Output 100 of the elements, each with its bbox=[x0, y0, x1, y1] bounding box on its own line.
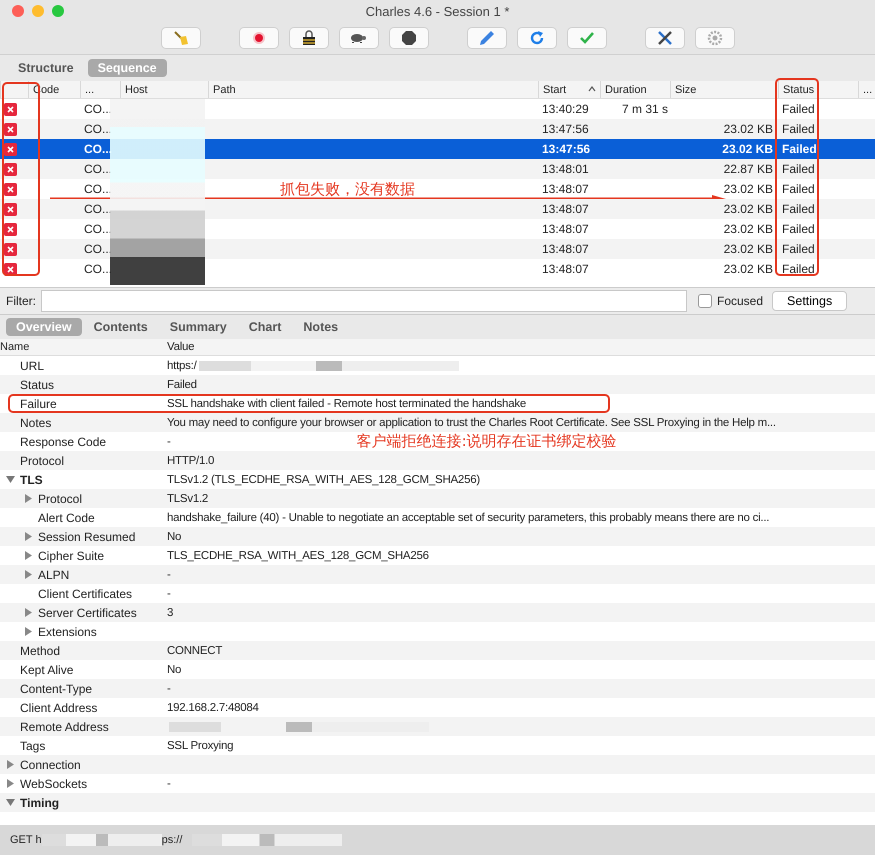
property-name: Alert Code bbox=[38, 510, 95, 524]
detail-tab[interactable]: Notes bbox=[293, 318, 348, 336]
check-button[interactable] bbox=[566, 27, 606, 49]
broom-icon bbox=[172, 29, 190, 47]
property-value: - bbox=[167, 436, 171, 448]
property-name: Status bbox=[20, 378, 54, 392]
collapsed-triangle-icon[interactable] bbox=[6, 760, 15, 769]
property-name: WebSockets bbox=[20, 776, 88, 790]
record-button[interactable] bbox=[238, 27, 278, 49]
collapsed-triangle-icon[interactable] bbox=[6, 779, 15, 788]
table-cell: 23.02 KB bbox=[722, 142, 773, 156]
table-cell-text: Failed bbox=[781, 242, 816, 256]
collapsed-triangle-icon[interactable] bbox=[24, 627, 33, 636]
pen-icon bbox=[478, 29, 496, 47]
column-header[interactable]: ... bbox=[80, 81, 120, 98]
tools-button[interactable] bbox=[644, 27, 684, 49]
table-cell-text: Failed bbox=[781, 122, 816, 136]
expanded-triangle-icon[interactable] bbox=[6, 475, 15, 484]
table-cell-text: 13:48:07 bbox=[541, 242, 590, 256]
detail-tab[interactable]: Summary bbox=[160, 318, 237, 336]
error-icon bbox=[4, 162, 17, 176]
table-cell: 22.87 KB bbox=[724, 162, 773, 176]
gear-button[interactable] bbox=[694, 27, 734, 49]
property-value: handshake_failure (40) - Unable to negotiate an acceptable set of security parameters, this probably means there are no ci... bbox=[167, 512, 770, 524]
filter-field[interactable] bbox=[41, 290, 687, 312]
table-cell-text: CO... bbox=[83, 162, 114, 176]
expanded-triangle-icon[interactable] bbox=[6, 798, 15, 807]
property-name: Content-Type bbox=[20, 682, 92, 696]
property-value: 192.168.2.7:48084 bbox=[167, 702, 259, 714]
error-icon bbox=[4, 182, 17, 196]
property-value: CONNECT bbox=[167, 644, 222, 656]
collapsed-triangle-icon[interactable] bbox=[24, 551, 33, 560]
annotation-text: 客户端拒绝连接:说明存在证书绑定校验 bbox=[356, 432, 617, 451]
property-name: Notes bbox=[20, 416, 52, 430]
detail-tab[interactable]: Contents bbox=[84, 318, 158, 336]
property-value: TLS_ECDHE_RSA_WITH_AES_128_GCM_SHA256 bbox=[167, 550, 429, 562]
table-cell-text: 13:48:01 bbox=[541, 162, 590, 176]
table-cell-text: CO... bbox=[83, 242, 114, 256]
window-title: Charles 4.6 - Session 1 * bbox=[366, 4, 510, 18]
table-cell-text: 13:47:56 bbox=[541, 122, 590, 136]
property-value: 3 bbox=[167, 606, 174, 618]
view-tab[interactable]: Structure bbox=[8, 59, 84, 77]
status-text: ps:// bbox=[162, 834, 182, 846]
table-cell: 23.02 KB bbox=[724, 222, 773, 236]
pen-button[interactable] bbox=[466, 27, 506, 49]
table-cell-text: Failed bbox=[781, 262, 816, 276]
column-header[interactable]: Path bbox=[208, 81, 538, 98]
checkbox-label[interactable]: Focused bbox=[717, 294, 764, 308]
property-value: SSL handshake with client failed - Remote host terminated the handshake bbox=[167, 398, 526, 410]
column-header[interactable]: Name bbox=[0, 341, 164, 353]
column-header[interactable]: Host bbox=[120, 81, 208, 98]
error-icon bbox=[4, 262, 17, 276]
error-icon bbox=[4, 102, 17, 116]
property-value: TLSv1.2 bbox=[167, 492, 208, 504]
table-cell-text: 13:47:56 bbox=[541, 142, 592, 156]
refresh-button[interactable] bbox=[516, 27, 556, 49]
table-cell-text: Failed bbox=[781, 222, 816, 236]
detail-tab[interactable]: Chart bbox=[238, 318, 292, 336]
stop-button[interactable] bbox=[388, 27, 428, 49]
error-icon bbox=[4, 142, 17, 156]
checkbox[interactable] bbox=[698, 294, 712, 308]
collapsed-triangle-icon[interactable] bbox=[24, 608, 33, 617]
property-name: Cipher Suite bbox=[38, 548, 104, 562]
turtle-icon bbox=[350, 32, 366, 44]
collapsed-triangle-icon[interactable] bbox=[24, 570, 33, 579]
table-cell: 23.02 KB bbox=[724, 242, 773, 256]
property-value: You may need to configure your browser or application to trust the Charles Root Certificate. See SSL Proxying in the Help m... bbox=[167, 416, 776, 428]
settings-button[interactable]: Settings bbox=[772, 291, 848, 311]
lock-button[interactable] bbox=[288, 27, 328, 49]
column-header[interactable]: Duration bbox=[600, 81, 670, 98]
property-name: Extensions bbox=[38, 624, 97, 638]
table-cell-text: CO... bbox=[83, 202, 114, 216]
zoom-icon[interactable] bbox=[52, 5, 64, 17]
column-header[interactable]: Value bbox=[164, 341, 875, 353]
property-value: https:/ bbox=[167, 360, 197, 372]
turtle-button[interactable] bbox=[338, 27, 378, 49]
collapsed-triangle-icon[interactable] bbox=[24, 494, 33, 503]
property-value: - bbox=[167, 682, 171, 694]
property-name: Timing bbox=[20, 796, 60, 810]
column-header[interactable]: Start bbox=[538, 81, 600, 98]
table-cell: 23.02 KB bbox=[724, 122, 773, 136]
broom-button[interactable] bbox=[160, 27, 200, 49]
column-header[interactable]: Size bbox=[670, 81, 778, 98]
property-value: Failed bbox=[167, 378, 197, 390]
collapsed-triangle-icon[interactable] bbox=[24, 532, 33, 541]
close-icon[interactable] bbox=[12, 5, 24, 17]
error-icon bbox=[4, 242, 17, 256]
property-name: Session Resumed bbox=[38, 530, 136, 544]
table-cell-text: Failed bbox=[781, 142, 818, 156]
property-value: - bbox=[167, 588, 171, 600]
property-name: Client Certificates bbox=[38, 586, 132, 600]
column-header[interactable]: ... bbox=[858, 81, 875, 98]
column-header[interactable]: Status bbox=[778, 81, 858, 98]
property-name: Method bbox=[20, 644, 60, 658]
property-name: Connection bbox=[20, 758, 81, 772]
property-name: Response Code bbox=[20, 434, 106, 448]
table-cell: 23.02 KB bbox=[724, 182, 773, 196]
table-cell-text: CO... bbox=[83, 222, 114, 236]
property-value: No bbox=[167, 530, 182, 542]
property-name: Client Address bbox=[20, 700, 98, 714]
